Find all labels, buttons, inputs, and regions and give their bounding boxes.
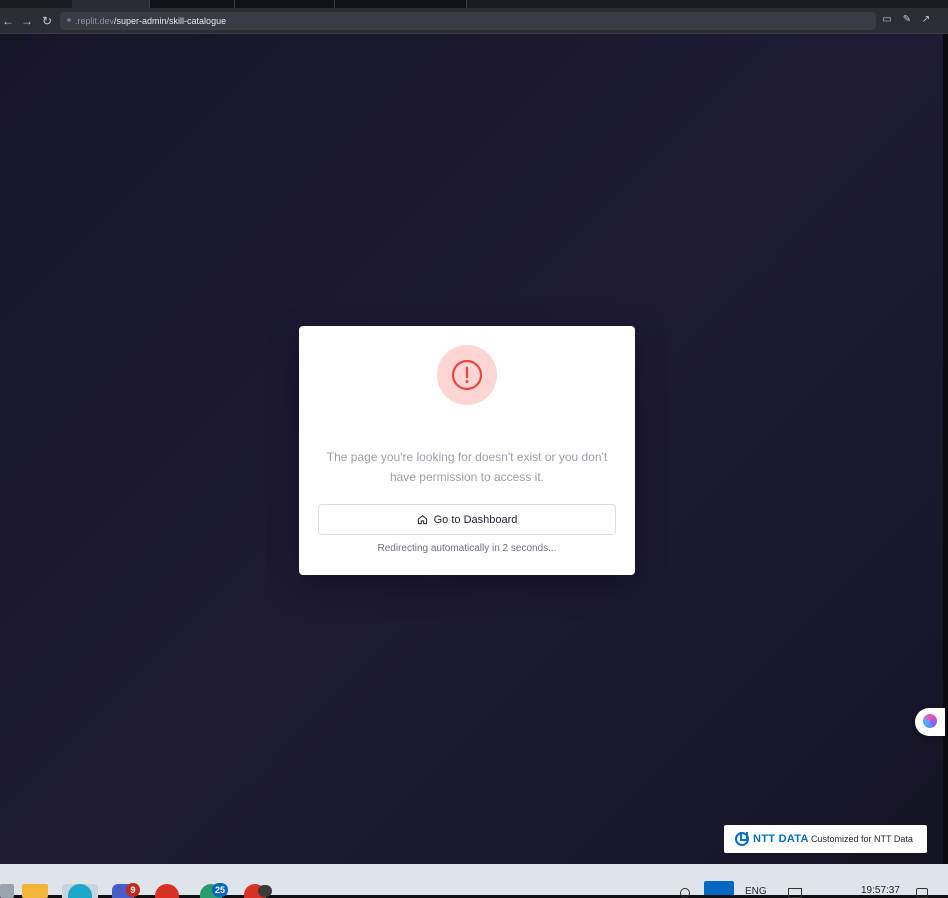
tab-strip	[0, 0, 948, 8]
go-to-dashboard-button[interactable]: Go to Dashboard	[318, 504, 616, 535]
tray-icon[interactable]	[680, 888, 690, 898]
language-indicator[interactable]: ENG	[745, 886, 767, 898]
browser-app-icon[interactable]	[62, 884, 98, 898]
link-icon: ⚭	[65, 15, 73, 25]
file-explorer-icon[interactable]	[22, 884, 48, 898]
back-icon[interactable]: ←	[0, 13, 16, 29]
redirect-countdown: Redirecting automatically in 2 seconds..…	[377, 543, 557, 554]
error-card: The page you're looking for doesn't exis…	[299, 326, 635, 575]
url-text: .replit.dev/super-admin/skill-catalogue	[75, 15, 226, 27]
assistant-widget-button[interactable]	[915, 708, 945, 736]
network-icon[interactable]	[788, 888, 802, 898]
alert-icon-graphic	[451, 359, 483, 391]
branding-badge: NTT DATA Customized for NTT Data	[724, 825, 927, 853]
open-external-icon[interactable]: ↗	[919, 13, 933, 27]
page-viewport: The page you're looking for doesn't exis…	[0, 34, 943, 864]
window-edge	[943, 34, 948, 864]
error-message: The page you're looking for doesn't exis…	[326, 450, 608, 484]
assistant-icon	[923, 714, 937, 728]
clock-time[interactable]: 19:57:37	[861, 885, 900, 897]
wrench-icon[interactable]: ✎	[900, 13, 914, 27]
url-host: .replit.dev	[75, 16, 115, 26]
start-icon[interactable]	[0, 884, 14, 898]
avatar-icon[interactable]	[258, 885, 272, 897]
alert-circle-icon	[437, 345, 497, 405]
volume-icon[interactable]	[816, 888, 828, 898]
os-taskbar: 9 25 ENG 19:57:37	[0, 864, 948, 898]
browser-tab-active[interactable]	[72, 0, 150, 8]
browser-tab[interactable]	[150, 0, 235, 8]
cast-icon[interactable]: ▭	[880, 13, 894, 27]
url-path: /super-admin/skill-catalogue	[114, 16, 227, 26]
reload-icon[interactable]: ↻	[39, 13, 55, 29]
branding-caption: Customized for NTT Data	[811, 834, 913, 844]
notifications-icon[interactable]	[916, 888, 928, 898]
forward-icon[interactable]: →	[19, 13, 35, 29]
browser-toolbar: ← → ↻ ⚭ .replit.dev/super-admin/skill-ca…	[0, 8, 948, 34]
browser-tab[interactable]	[335, 0, 467, 8]
ntt-logo-text: NTT DATA	[753, 833, 809, 845]
app-icon[interactable]	[155, 884, 179, 898]
home-icon	[417, 515, 427, 525]
tray-app-icon[interactable]	[704, 881, 734, 895]
ntt-logo-icon	[735, 832, 749, 846]
go-to-dashboard-label: Go to Dashboard	[433, 513, 518, 526]
browser-tab[interactable]	[235, 0, 335, 8]
address-bar[interactable]: ⚭ .replit.dev/super-admin/skill-catalogu…	[60, 12, 876, 30]
